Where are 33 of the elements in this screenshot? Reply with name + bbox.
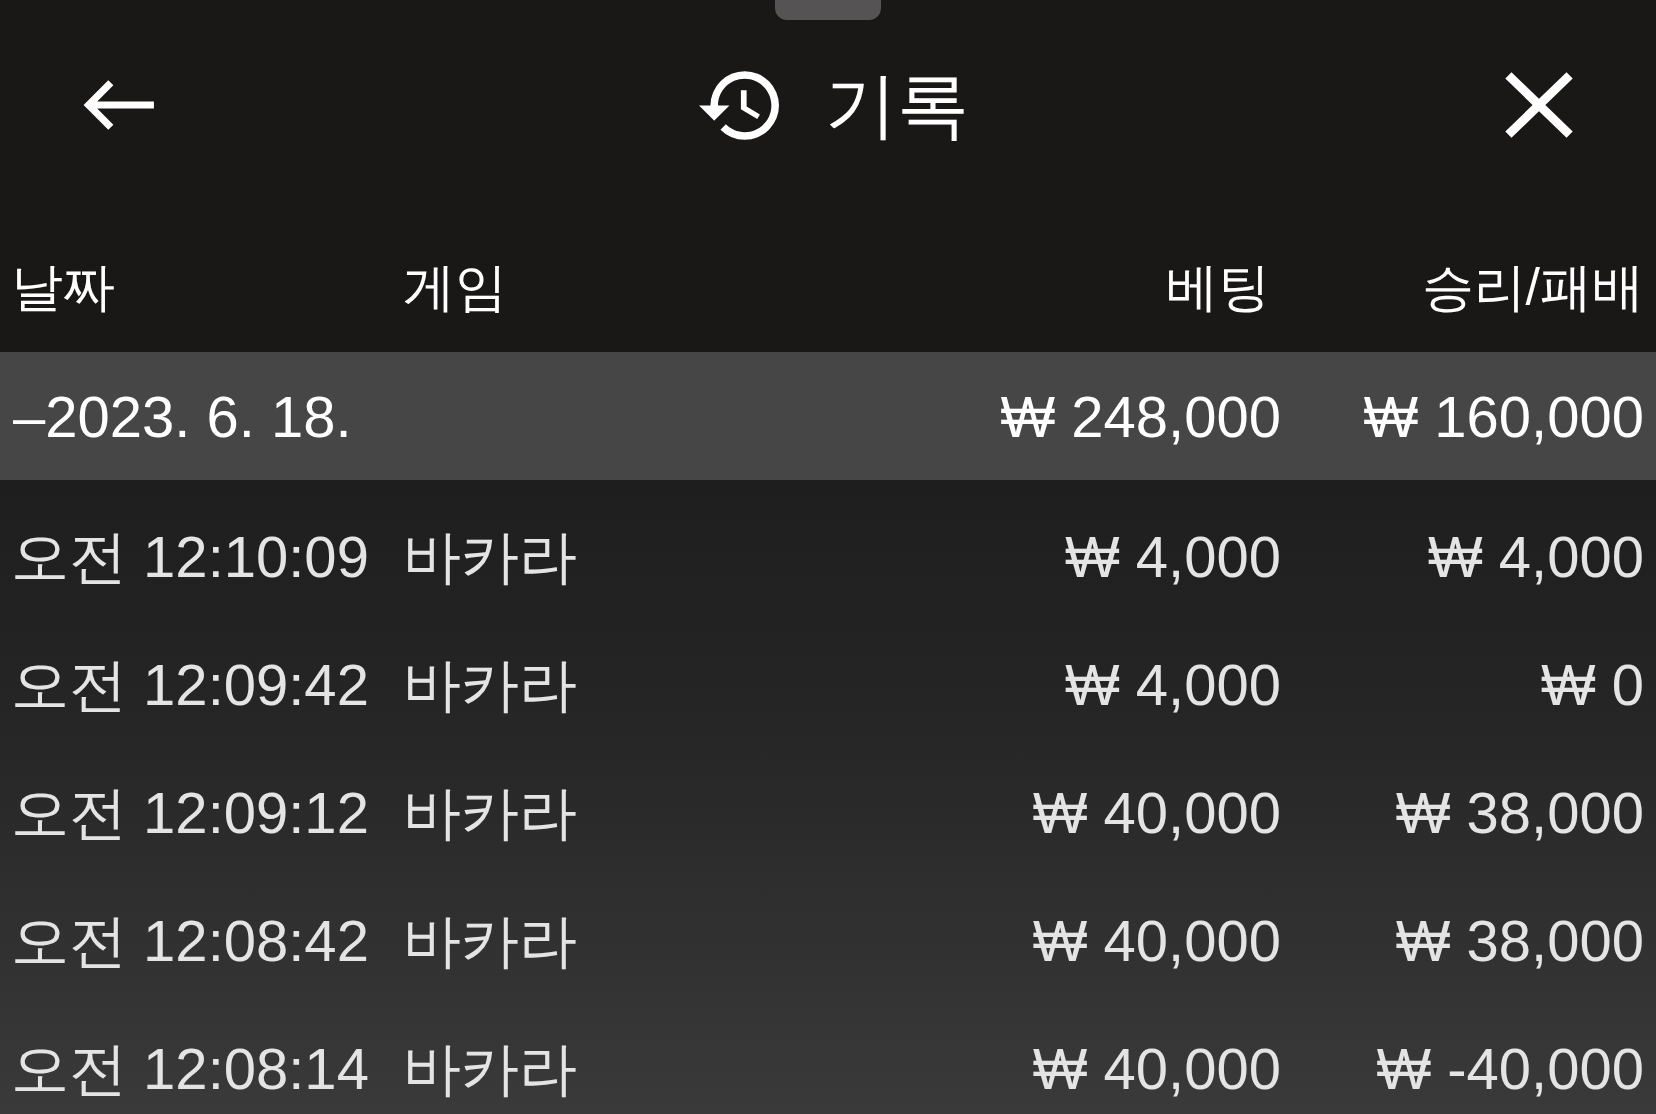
table-cell: ₩ 4,000 [1065, 523, 1281, 589]
table-cell: 바카라 [403, 651, 577, 717]
table-cell: 바카라 [403, 907, 577, 973]
window-title: 기록 [824, 69, 969, 141]
table-cell: 오전 12:09:12 [11, 779, 369, 845]
table-cell: ₩ 38,000 [1395, 907, 1644, 973]
table-cell: 바카라 [403, 779, 577, 845]
group-date: –2023. 6. 18. [13, 383, 352, 449]
table-cell: 오전 12:08:42 [11, 907, 369, 973]
back-arrow-icon[interactable] [82, 80, 154, 130]
history-icon [698, 70, 779, 140]
table-cell: 오전 12:09:42 [11, 651, 369, 717]
table-cell: 오전 12:08:14 [11, 1035, 369, 1101]
table-cell: ₩ 40,000 [1032, 1035, 1281, 1101]
group-bet-total: ₩ 248,000 [1000, 383, 1281, 449]
table-cell: ₩ 40,000 [1032, 779, 1281, 845]
table-cell: 오전 12:10:09 [11, 523, 369, 589]
column-header: 베팅 [1166, 258, 1270, 316]
table-cell: ₩ 0 [1540, 651, 1644, 717]
table-cell: ₩ 4,000 [1428, 523, 1644, 589]
drag-handle[interactable] [775, 0, 881, 20]
table-cell: ₩ 4,000 [1065, 651, 1281, 717]
column-header: 게임 [403, 258, 507, 316]
table-cell: 바카라 [403, 1035, 577, 1101]
table-cell: 바카라 [403, 523, 577, 589]
column-header: 승리/패배 [1421, 258, 1644, 316]
table-cell: ₩ -40,000 [1376, 1035, 1644, 1101]
table-cell: ₩ 38,000 [1395, 779, 1644, 845]
close-icon[interactable] [1505, 72, 1573, 138]
date-group-row[interactable]: –2023. 6. 18. ₩ 248,000 ₩ 160,000 [0, 352, 1656, 480]
column-header: 날짜 [11, 258, 115, 316]
group-result-total: ₩ 160,000 [1363, 383, 1644, 449]
table-cell: ₩ 40,000 [1032, 907, 1281, 973]
